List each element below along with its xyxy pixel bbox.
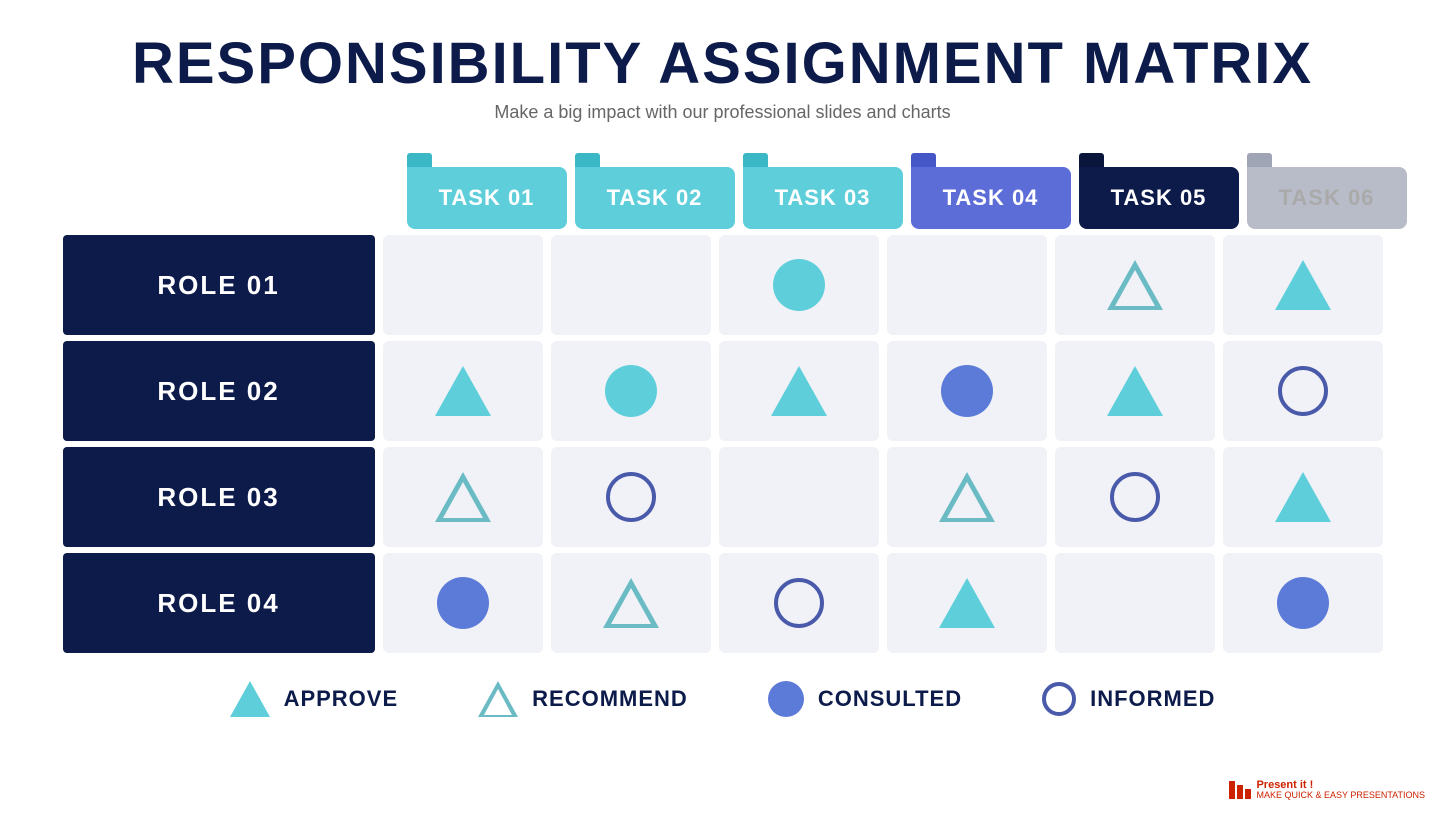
cell-r3-t5 <box>1055 447 1215 547</box>
recommend-legend-label: RECOMMEND <box>532 686 688 712</box>
legend: APPROVE RECOMMEND CONSULTED INFORMED <box>230 681 1216 717</box>
approve-icon <box>771 366 827 416</box>
page-header: RESPONSIBILITY ASSIGNMENT MATRIX Make a … <box>132 30 1313 123</box>
task-header-2: TASK 02 <box>575 153 735 229</box>
task-fold-2 <box>575 153 600 167</box>
task-fold-3 <box>743 153 768 167</box>
consulted-icon <box>941 365 993 417</box>
informed-icon <box>1278 366 1328 416</box>
watermark-text: Present it ! MAKE QUICK & EASY PRESENTAT… <box>1256 779 1425 801</box>
task-fold-4 <box>911 153 936 167</box>
watermark: Present it ! MAKE QUICK & EASY PRESENTAT… <box>1229 779 1425 801</box>
table-row: ROLE 02 <box>63 341 1383 441</box>
cell-r3-t2 <box>551 447 711 547</box>
consulted-legend-icon <box>768 681 804 717</box>
role-label-2: ROLE 02 <box>157 376 279 407</box>
cell-r4-t1 <box>383 553 543 653</box>
consulted-icon <box>437 577 489 629</box>
recommend-icon <box>435 472 491 522</box>
cell-r3-t3 <box>719 447 879 547</box>
task-label-4: TASK 04 <box>911 167 1071 229</box>
task-label-1: TASK 01 <box>407 167 567 229</box>
cell-r2-t3 <box>719 341 879 441</box>
task-label-3: TASK 03 <box>743 167 903 229</box>
cell-r3-t6 <box>1223 447 1383 547</box>
task-fold-5 <box>1079 153 1104 167</box>
cell-r4-t6 <box>1223 553 1383 653</box>
approve-legend-icon <box>230 681 270 717</box>
table-row: ROLE 03 <box>63 447 1383 547</box>
task-cells-row3 <box>383 447 1383 547</box>
cell-r4-t5 <box>1055 553 1215 653</box>
cell-r2-t2 <box>551 341 711 441</box>
recommend-legend-icon <box>478 681 518 717</box>
role-label-3: ROLE 03 <box>157 482 279 513</box>
consulted-icon <box>1277 577 1329 629</box>
approve-icon <box>1275 260 1331 310</box>
approve-icon <box>435 366 491 416</box>
role-label-1: ROLE 01 <box>157 270 279 301</box>
page-subtitle: Make a big impact with our professional … <box>132 102 1313 123</box>
legend-informed: INFORMED <box>1042 682 1215 716</box>
approve-icon <box>1107 366 1163 416</box>
task-fold-1 <box>407 153 432 167</box>
task-cells-row1 <box>383 235 1383 335</box>
table-row: ROLE 01 <box>63 235 1383 335</box>
role-cell-3: ROLE 03 <box>63 447 375 547</box>
task-fold-6 <box>1247 153 1272 167</box>
legend-consulted: CONSULTED <box>768 681 962 717</box>
cell-r4-t2 <box>551 553 711 653</box>
page-title: RESPONSIBILITY ASSIGNMENT MATRIX <box>132 30 1313 97</box>
cell-r1-t3 <box>719 235 879 335</box>
role-cell-2: ROLE 02 <box>63 341 375 441</box>
task-header-5: TASK 05 <box>1079 153 1239 229</box>
cell-r1-t2 <box>551 235 711 335</box>
data-rows: ROLE 01 <box>63 235 1383 653</box>
matrix-container: TASK 01 TASK 02 TASK 03 TASK 04 TASK 05 … <box>63 153 1383 653</box>
consulted-icon <box>605 365 657 417</box>
task-header-4: TASK 04 <box>911 153 1071 229</box>
cell-r2-t5 <box>1055 341 1215 441</box>
informed-legend-icon <box>1042 682 1076 716</box>
approve-legend-label: APPROVE <box>284 686 399 712</box>
cell-r2-t4 <box>887 341 1047 441</box>
watermark-icon <box>1229 781 1251 799</box>
informed-icon <box>606 472 656 522</box>
approve-icon <box>939 578 995 628</box>
cell-r4-t4 <box>887 553 1047 653</box>
cell-r4-t3 <box>719 553 879 653</box>
cell-r1-t5 <box>1055 235 1215 335</box>
approve-icon <box>1275 472 1331 522</box>
cell-r1-t4 <box>887 235 1047 335</box>
role-label-4: ROLE 04 <box>157 588 279 619</box>
recommend-icon <box>603 578 659 628</box>
cell-r2-t1 <box>383 341 543 441</box>
cell-r1-t6 <box>1223 235 1383 335</box>
informed-icon <box>1110 472 1160 522</box>
cell-r3-t4 <box>887 447 1047 547</box>
role-cell-4: ROLE 04 <box>63 553 375 653</box>
cell-r3-t1 <box>383 447 543 547</box>
task-header-1: TASK 01 <box>407 153 567 229</box>
task-label-6: TASK 06 <box>1247 167 1407 229</box>
task-label-2: TASK 02 <box>575 167 735 229</box>
cell-r2-t6 <box>1223 341 1383 441</box>
legend-recommend: RECOMMEND <box>478 681 688 717</box>
consulted-icon <box>773 259 825 311</box>
informed-icon <box>774 578 824 628</box>
informed-legend-label: INFORMED <box>1090 686 1215 712</box>
task-cells-row2 <box>383 341 1383 441</box>
task-header-6: TASK 06 <box>1247 153 1407 229</box>
legend-approve: APPROVE <box>230 681 399 717</box>
table-row: ROLE 04 <box>63 553 1383 653</box>
role-cell-1: ROLE 01 <box>63 235 375 335</box>
task-header-row: TASK 01 TASK 02 TASK 03 TASK 04 TASK 05 … <box>403 153 1383 229</box>
task-label-5: TASK 05 <box>1079 167 1239 229</box>
task-header-3: TASK 03 <box>743 153 903 229</box>
consulted-legend-label: CONSULTED <box>818 686 962 712</box>
cell-r1-t1 <box>383 235 543 335</box>
task-cells-row4 <box>383 553 1383 653</box>
recommend-icon <box>1107 260 1163 310</box>
recommend-icon <box>939 472 995 522</box>
